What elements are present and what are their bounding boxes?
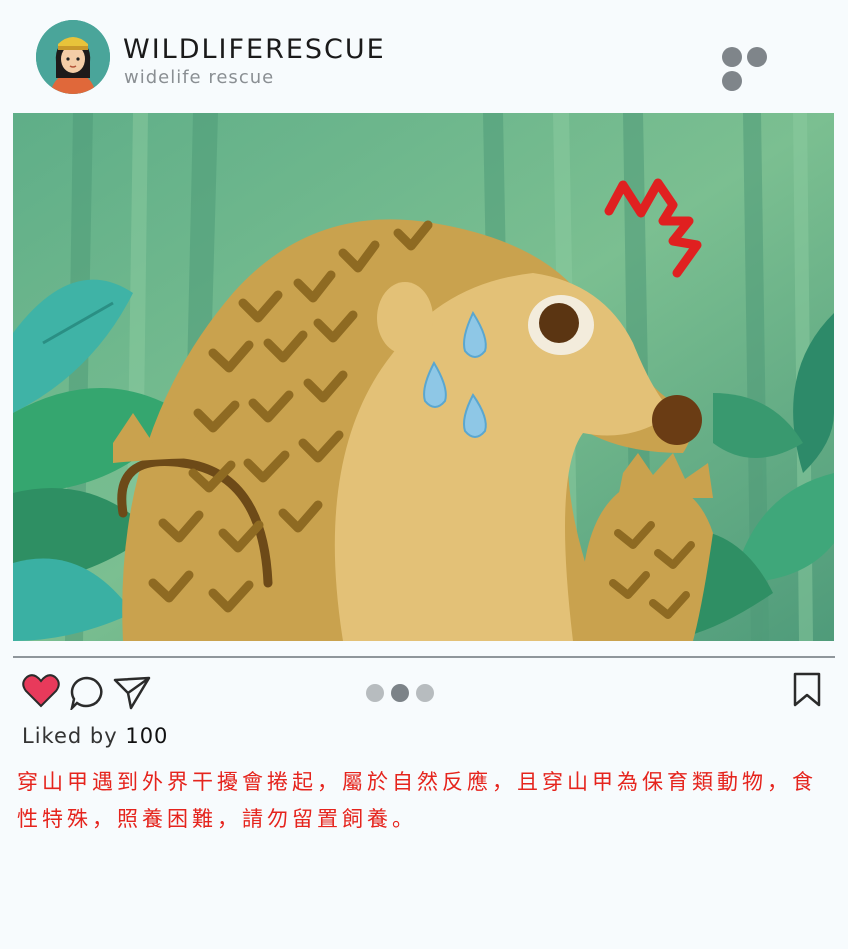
user-subtitle: widelife rescue — [124, 67, 275, 88]
profile-avatar[interactable] — [36, 20, 110, 94]
post-image[interactable] — [13, 113, 834, 641]
likes-count: 100 — [125, 724, 169, 748]
carousel-dot[interactable] — [366, 684, 384, 702]
send-icon[interactable] — [113, 676, 151, 710]
username[interactable]: WILDLIFERESCUE — [123, 34, 386, 65]
divider — [13, 656, 835, 658]
comment-icon[interactable] — [69, 676, 105, 710]
likes-text[interactable]: Liked by 100 — [22, 724, 168, 748]
carousel-dot[interactable] — [416, 684, 434, 702]
heart-icon[interactable] — [22, 674, 60, 708]
more-icon[interactable] — [722, 47, 796, 91]
post-header: WILDLIFERESCUE widelife rescue — [0, 0, 848, 112]
carousel-dot-active[interactable] — [391, 684, 409, 702]
likes-prefix: Liked by — [22, 724, 118, 748]
bookmark-icon[interactable] — [792, 672, 822, 708]
post-caption: 穿山甲遇到外界干擾會捲起，屬於自然反應，且穿山甲為保育類動物，食性特殊，照養困難… — [17, 770, 817, 831]
